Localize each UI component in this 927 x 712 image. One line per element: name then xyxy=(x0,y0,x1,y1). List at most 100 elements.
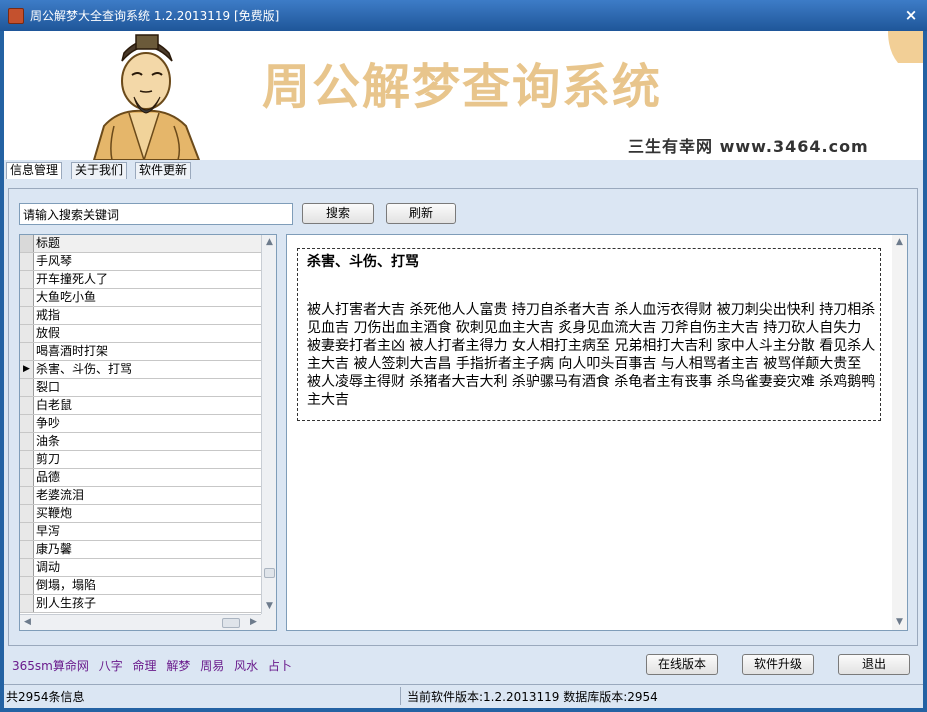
banner-subtitle: 三生有幸网 www.3464.com xyxy=(628,137,869,156)
list-item[interactable]: 戒指 xyxy=(20,307,261,325)
row-indicator xyxy=(20,577,34,594)
list-item[interactable]: 早泻 xyxy=(20,523,261,541)
list-item[interactable]: 大鱼吃小鱼 xyxy=(20,289,261,307)
row-indicator xyxy=(20,415,34,432)
tab-info-management[interactable]: 信息管理 xyxy=(6,162,63,179)
row-indicator xyxy=(20,487,34,504)
list-item[interactable]: 别人生孩子 xyxy=(20,595,261,613)
row-indicator xyxy=(20,451,34,468)
list-item[interactable]: 品德 xyxy=(20,469,261,487)
exit-button[interactable]: 退出 xyxy=(838,654,910,675)
scroll-left-icon[interactable]: ◀ xyxy=(20,615,35,630)
list-item[interactable]: 喝喜酒时打架 xyxy=(20,343,261,361)
list-item-label: 手风琴 xyxy=(36,254,73,268)
tab-software-update[interactable]: 软件更新 xyxy=(135,162,192,179)
tab-strip: 信息管理 关于我们 软件更新 xyxy=(4,160,923,180)
list-item-label: 康乃馨 xyxy=(36,542,73,556)
banner-title: 周公解梦查询系统 xyxy=(262,59,663,115)
list-item[interactable]: 白老鼠 xyxy=(20,397,261,415)
link-mingli[interactable]: 命理 xyxy=(133,659,157,673)
close-button[interactable]: × xyxy=(902,6,920,24)
link-zhouyi[interactable]: 周易 xyxy=(200,659,224,673)
row-indicator xyxy=(20,397,34,414)
article-box: 杀害、斗伤、打骂 被人打害者大吉 杀死他人人富贵 持刀自杀者大吉 杀人血污衣得财… xyxy=(297,248,881,421)
list-item-label: 早泻 xyxy=(36,524,61,538)
list-item[interactable]: 剪刀 xyxy=(20,451,261,469)
list-item-label: 别人生孩子 xyxy=(36,596,97,610)
list-item[interactable]: 手风琴 xyxy=(20,253,261,271)
row-indicator xyxy=(20,379,34,396)
main-panel: 搜索 刷新 标题 手风琴 开车撞死人了 大鱼吃小鱼 戒指 放假 喝喜酒时打架 ▶… xyxy=(8,188,918,646)
status-bar: 共2954条信息 当前软件版本:1.2.2013119 数据库版本:2954 xyxy=(4,684,923,706)
article-vertical-scrollbar[interactable]: ▲ ▼ xyxy=(892,235,907,630)
list-item-label: 调动 xyxy=(36,560,61,574)
scroll-down-icon[interactable]: ▼ xyxy=(892,615,907,630)
scroll-thumb[interactable] xyxy=(222,618,240,628)
list-item-label: 老婆流泪 xyxy=(36,488,85,502)
list-item-label: 白老鼠 xyxy=(36,398,73,412)
status-record-count: 共2954条信息 xyxy=(6,690,85,704)
online-version-button[interactable]: 在线版本 xyxy=(646,654,718,675)
list-item[interactable]: 放假 xyxy=(20,325,261,343)
scroll-up-icon[interactable]: ▲ xyxy=(892,235,907,250)
upgrade-button[interactable]: 软件升级 xyxy=(742,654,814,675)
list-item[interactable]: 调动 xyxy=(20,559,261,577)
link-zhanbu[interactable]: 占卜 xyxy=(268,659,292,673)
list-item[interactable]: 裂口 xyxy=(20,379,261,397)
row-indicator xyxy=(20,325,34,342)
list-horizontal-scrollbar[interactable]: ◀ ▶ xyxy=(20,614,261,630)
list-header-row: 标题 xyxy=(20,235,261,253)
row-indicator xyxy=(20,235,34,252)
row-indicator xyxy=(20,253,34,270)
list-item-selected[interactable]: ▶ 杀害、斗伤、打骂 xyxy=(20,361,261,379)
list-item-label: 大鱼吃小鱼 xyxy=(36,290,97,304)
list-item-label: 倒塌，塌陷 xyxy=(36,578,97,592)
list-item-label: 争吵 xyxy=(36,416,61,430)
tab-about-us[interactable]: 关于我们 xyxy=(71,162,128,179)
search-input[interactable] xyxy=(19,203,293,225)
scrollbar-corner xyxy=(261,614,276,630)
app-icon xyxy=(8,8,24,24)
list-item-label: 戒指 xyxy=(36,308,61,322)
scroll-right-icon[interactable]: ▶ xyxy=(246,615,261,630)
client-area: 周公解梦查询系统 三生有幸网 www.3464.com 信息管理 关于我们 软件… xyxy=(4,31,923,708)
title-bar[interactable]: 周公解梦大全查询系统 1.2.2013119 [免费版] × xyxy=(0,0,927,31)
column-header-title[interactable]: 标题 xyxy=(36,235,60,252)
list-item[interactable]: 康乃馨 xyxy=(20,541,261,559)
row-indicator xyxy=(20,595,34,612)
row-indicator xyxy=(20,433,34,450)
scroll-thumb[interactable] xyxy=(264,568,275,578)
list-item-label: 喝喜酒时打架 xyxy=(36,344,109,358)
list-item-label: 开车撞死人了 xyxy=(36,272,109,286)
list-item[interactable]: 倒塌，塌陷 xyxy=(20,577,261,595)
link-jiemeng[interactable]: 解梦 xyxy=(166,659,190,673)
list-item[interactable]: 老婆流泪 xyxy=(20,487,261,505)
footer-links: 365sm算命网 八字 命理 解梦 周易 风水 占卜 xyxy=(12,657,298,674)
article-title: 杀害、斗伤、打骂 xyxy=(307,254,419,270)
list-item[interactable]: 开车撞死人了 xyxy=(20,271,261,289)
list-item[interactable]: 买鞭炮 xyxy=(20,505,261,523)
list-item-label: 买鞭炮 xyxy=(36,506,73,520)
list-item-label: 放假 xyxy=(36,326,61,340)
current-row-arrow-icon: ▶ xyxy=(20,361,34,378)
link-fengshui[interactable]: 风水 xyxy=(234,659,258,673)
scroll-up-icon[interactable]: ▲ xyxy=(262,235,276,250)
status-divider xyxy=(400,687,401,705)
link-bazi[interactable]: 八字 xyxy=(99,659,123,673)
window-title: 周公解梦大全查询系统 1.2.2013119 [免费版] xyxy=(30,9,280,23)
scroll-down-icon[interactable]: ▼ xyxy=(262,599,276,614)
list-item[interactable]: 油条 xyxy=(20,433,261,451)
article-view[interactable]: 杀害、斗伤、打骂 被人打害者大吉 杀死他人人富贵 持刀自杀者大吉 杀人血污衣得财… xyxy=(286,234,908,631)
list-item-label: 杀害、斗伤、打骂 xyxy=(36,362,133,376)
app-window: 周公解梦大全查询系统 1.2.2013119 [免费版] × 周公解梦查询系统 … xyxy=(0,0,927,712)
title-list-grid[interactable]: 标题 手风琴 开车撞死人了 大鱼吃小鱼 戒指 放假 喝喜酒时打架 ▶ 杀害、斗伤、… xyxy=(19,234,277,631)
list-item-label: 剪刀 xyxy=(36,452,61,466)
banner: 周公解梦查询系统 三生有幸网 www.3464.com xyxy=(4,31,923,160)
corner-ornament-icon xyxy=(888,31,923,63)
search-button[interactable]: 搜索 xyxy=(302,203,374,224)
link-365sm[interactable]: 365sm算命网 xyxy=(12,659,89,673)
list-vertical-scrollbar[interactable]: ▲ ▼ xyxy=(261,235,276,614)
list-item[interactable]: 争吵 xyxy=(20,415,261,433)
refresh-button[interactable]: 刷新 xyxy=(386,203,456,224)
row-indicator xyxy=(20,541,34,558)
